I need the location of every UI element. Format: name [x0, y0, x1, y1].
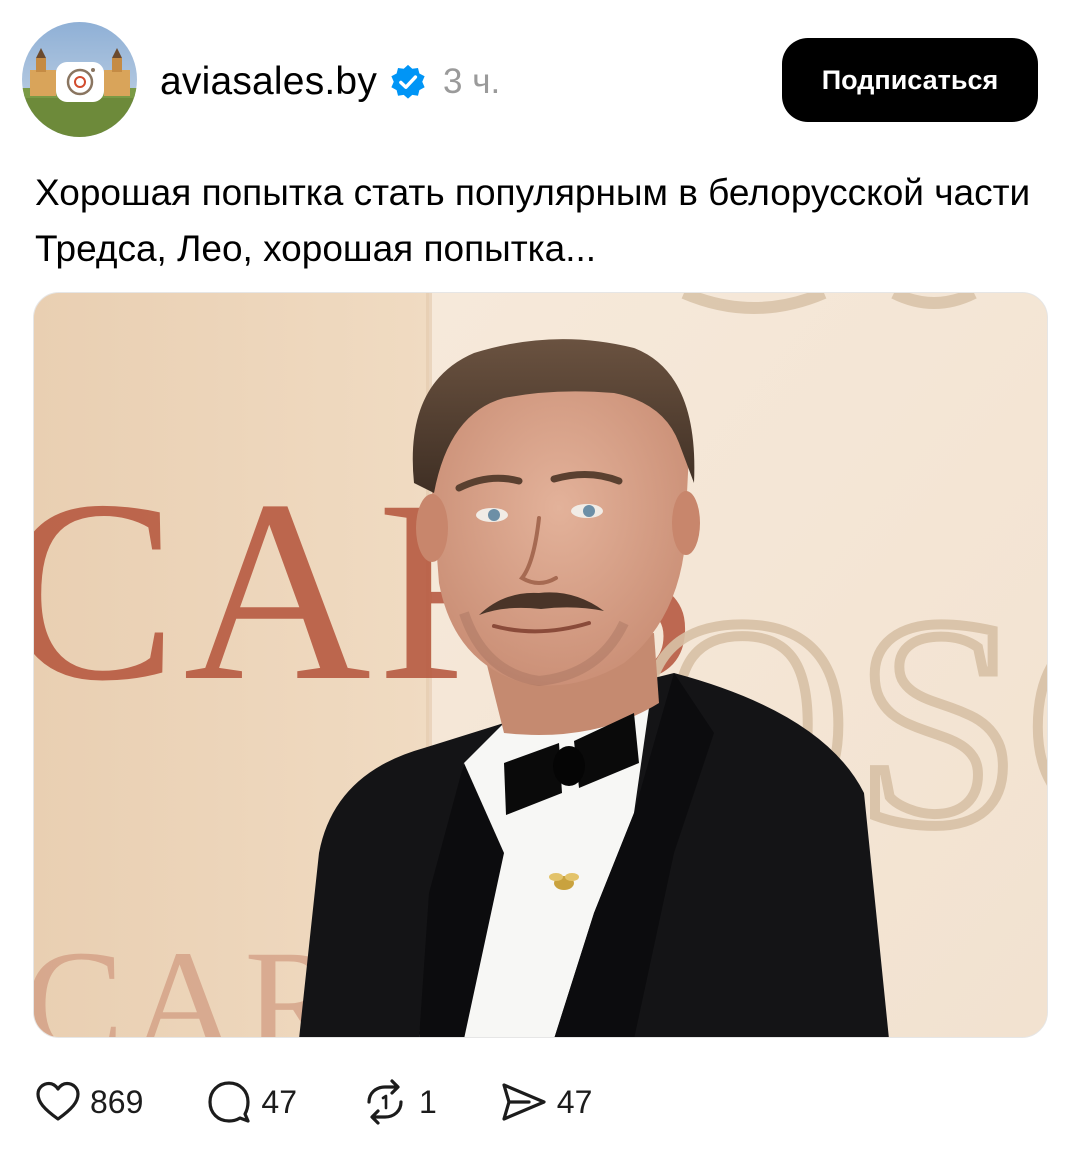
username[interactable]: aviasales.by	[160, 60, 377, 104]
author-row: aviasales.by 3 ч.	[160, 54, 500, 110]
comment-bubble-icon	[205, 1078, 253, 1126]
repost-icon	[359, 1078, 411, 1126]
comment-button[interactable]: 47	[205, 1078, 297, 1126]
verified-badge-icon	[389, 63, 427, 101]
repost-button[interactable]: 1	[359, 1078, 437, 1126]
follow-button[interactable]: Подписаться	[782, 38, 1038, 122]
like-button[interactable]: 869	[34, 1078, 143, 1126]
share-count: 47	[556, 1083, 593, 1120]
post-image[interactable]: CARS CARS OSC	[33, 292, 1048, 1038]
share-button[interactable]: 47	[499, 1078, 593, 1126]
like-count: 869	[90, 1083, 144, 1120]
post-text: Хорошая попытка стать популярным в белор…	[35, 172, 1031, 269]
send-icon	[499, 1078, 549, 1126]
heart-icon	[34, 1078, 82, 1126]
post-actions: 869 47 1 47	[34, 1072, 654, 1132]
post-timestamp: 3 ч.	[443, 62, 501, 101]
comment-count: 47	[261, 1083, 297, 1120]
avatar[interactable]	[22, 22, 137, 137]
repost-count: 1	[418, 1083, 437, 1120]
post-header: aviasales.by 3 ч. Подписаться	[0, 0, 1080, 150]
